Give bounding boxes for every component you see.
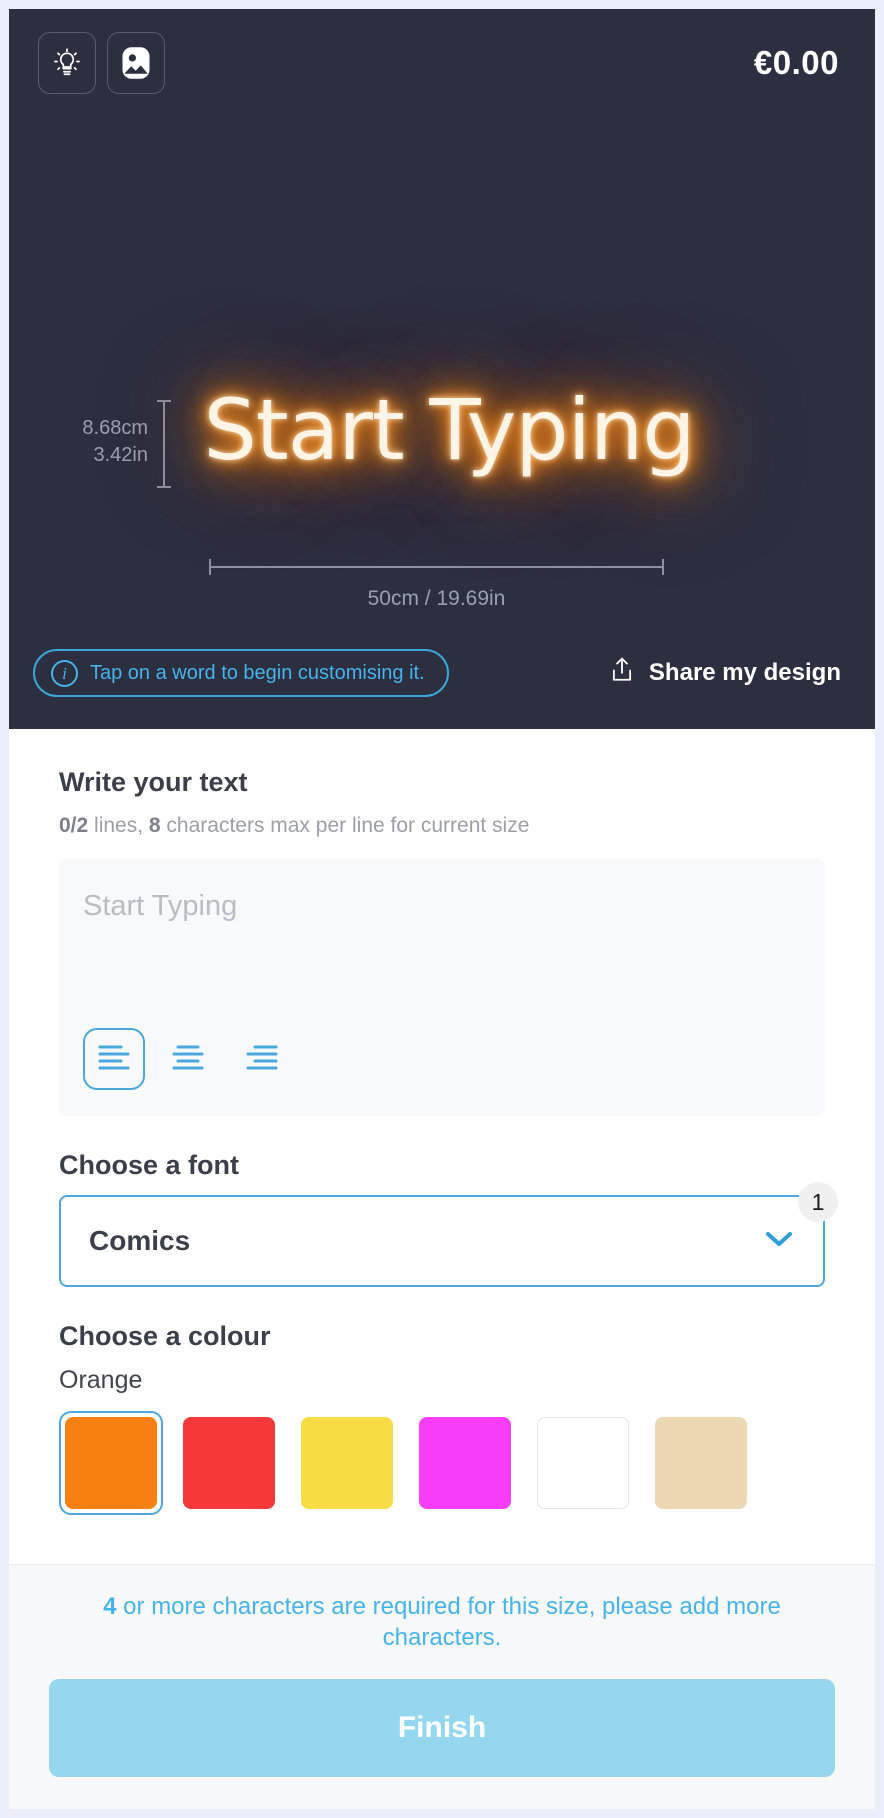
finish-button[interactable]: Finish	[49, 1679, 835, 1777]
align-right-icon	[245, 1042, 279, 1077]
write-your-text-heading: Write your text	[59, 767, 248, 797]
chars-max: 8	[148, 814, 161, 837]
background-image-button[interactable]	[107, 32, 165, 94]
design-form-panel: Write your text 0/2 lines, 8 characters …	[9, 729, 875, 1515]
sign-preview-area: €0.00 8.68cm 3.42in Start Typing 50cm / …	[9, 9, 875, 729]
choose-a-font-heading: Choose a font	[59, 1150, 239, 1180]
preview-toolbar: €0.00	[38, 32, 851, 94]
height-cm: 8.68cm	[82, 417, 148, 439]
colour-swatch-yellow[interactable]	[295, 1411, 399, 1515]
height-ruler	[157, 400, 171, 488]
chars-word: characters max per line for current size	[160, 814, 530, 837]
height-measurement: 8.68cm 3.42in	[53, 415, 148, 468]
colour-swatch-red[interactable]	[177, 1411, 281, 1515]
share-icon	[609, 655, 649, 692]
align-left-button[interactable]	[83, 1028, 145, 1090]
colour-swatch-white[interactable]	[531, 1411, 635, 1515]
image-icon	[118, 44, 154, 82]
align-right-button[interactable]	[231, 1028, 293, 1090]
sign-stage: 8.68cm 3.42in Start Typing 50cm / 19.69i…	[9, 95, 875, 610]
preview-footer: i Tap on a word to begin customising it.…	[33, 647, 851, 699]
font-step-badge: 1	[798, 1182, 838, 1222]
sign-text-input-container[interactable]: Start Typing	[59, 858, 825, 1116]
width-measurement: 50cm / 19.69in	[367, 587, 506, 610]
font-selected-value: Comics	[89, 1225, 191, 1256]
colour-swatch-warm-white[interactable]	[649, 1411, 753, 1515]
chevron-down-icon[interactable]	[763, 1229, 795, 1254]
choose-a-colour-heading: Choose a colour	[59, 1321, 271, 1351]
colour-swatch-pink[interactable]	[413, 1411, 517, 1515]
validation-warning: 4 or more characters are required for th…	[49, 1591, 835, 1653]
sign-text-placeholder: Start Typing	[83, 890, 238, 922]
neon-sign-designer: €0.00 8.68cm 3.42in Start Typing 50cm / …	[9, 9, 875, 1809]
height-in: 3.42in	[93, 443, 149, 466]
sticky-footer: 4 or more characters are required for th…	[9, 1563, 875, 1809]
font-select-wrapper: Comics 1	[59, 1182, 838, 1287]
text-limits-info: 0/2 lines, 8 characters max per line for…	[59, 814, 825, 838]
align-center-button[interactable]	[157, 1028, 219, 1090]
align-left-icon	[97, 1042, 131, 1077]
share-my-design-button[interactable]: Share my design	[609, 655, 851, 692]
neon-sign-text[interactable]: Start Typing	[203, 381, 695, 479]
price-display: €0.00	[753, 44, 839, 81]
lightbulb-toggle-button[interactable]	[38, 32, 96, 94]
width-ruler	[209, 559, 664, 575]
warning-count: 4	[103, 1592, 117, 1620]
align-center-icon	[171, 1042, 205, 1077]
customise-hint-pill[interactable]: i Tap on a word to begin customising it.	[33, 649, 449, 697]
customise-hint-text: Tap on a word to begin customising it.	[90, 661, 425, 684]
text-alignment-group	[83, 1028, 293, 1090]
colour-swatch-orange[interactable]	[59, 1411, 163, 1515]
colour-swatch-list	[59, 1411, 825, 1515]
selected-colour-name: Orange	[59, 1366, 143, 1394]
lines-word: lines,	[88, 814, 149, 837]
share-label: Share my design	[648, 659, 841, 686]
info-icon: i	[51, 659, 78, 687]
font-select[interactable]: Comics	[59, 1195, 825, 1287]
neon-text-clickable[interactable]: Start Typing	[189, 350, 709, 510]
lightbulb-icon	[52, 47, 82, 79]
warning-text: or more characters are required for this…	[116, 1592, 781, 1651]
lines-count: 0/2	[59, 814, 89, 837]
